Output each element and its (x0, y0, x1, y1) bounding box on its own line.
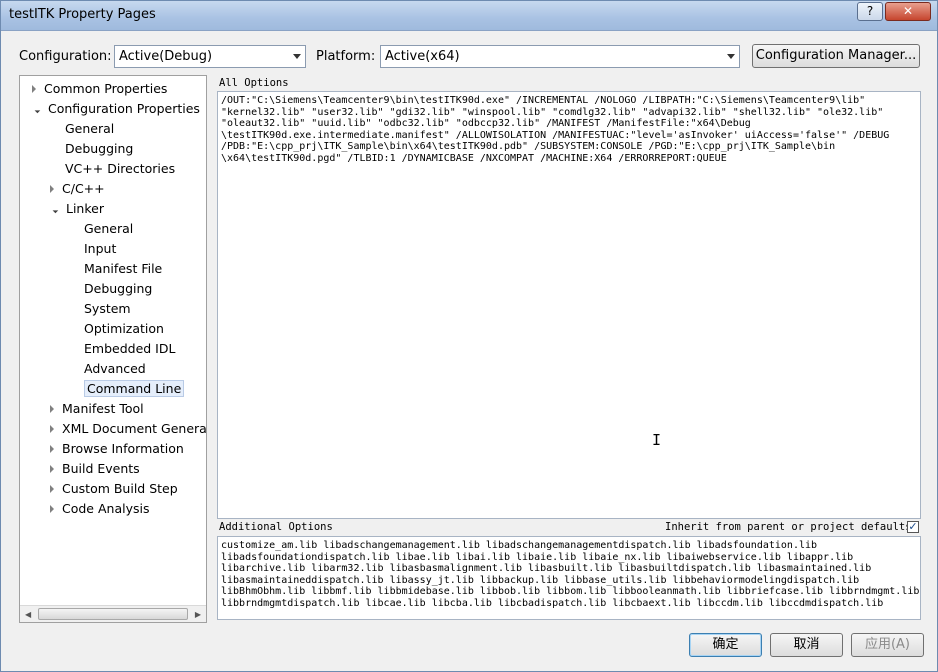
text-cursor-icon: I (652, 431, 662, 449)
tree-item[interactable]: Advanced (84, 360, 146, 378)
all-options-textarea[interactable]: /OUT:"C:\Siemens\Teamcenter9\bin\testITK… (217, 91, 921, 519)
tree-item-label: Advanced (84, 361, 146, 376)
collapsed-triangle-icon[interactable] (50, 405, 54, 413)
configuration-dropdown[interactable]: Active(Debug) (114, 45, 306, 68)
ok-button[interactable]: 确定 (689, 633, 762, 657)
collapsed-triangle-icon[interactable] (50, 505, 54, 513)
tree-item-label: Linker (66, 201, 104, 216)
collapsed-triangle-icon[interactable] (50, 425, 54, 433)
scrollbar-thumb[interactable] (38, 608, 188, 620)
tree-item-label: Manifest Tool (62, 401, 144, 416)
tree-item[interactable]: General (84, 220, 133, 238)
tree-item[interactable]: Common Properties (32, 80, 167, 98)
tree-item-label: C/C++ (62, 181, 105, 196)
scroll-right-icon[interactable]: ▶ (195, 610, 201, 619)
configuration-manager-button[interactable]: Configuration Manager... (752, 44, 920, 68)
tree-item-label: Debugging (65, 141, 134, 156)
collapsed-triangle-icon[interactable] (32, 85, 36, 93)
tree-item[interactable]: Manifest File (84, 260, 162, 278)
collapsed-triangle-icon[interactable] (50, 465, 54, 473)
tree-item[interactable]: C/C++ (50, 180, 105, 198)
horizontal-scrollbar[interactable]: ◀ ▶ (20, 605, 206, 622)
title-bar[interactable]: testITK Property Pages ? ✕ (1, 1, 937, 31)
tree-item-label: Optimization (84, 321, 164, 336)
tree-item[interactable]: Build Events (50, 460, 140, 478)
tree-item-label: VC++ Directories (65, 161, 176, 176)
inherit-checkbox[interactable]: ✓ (907, 521, 919, 533)
tree-item-label: Configuration Properties (48, 101, 200, 116)
chevron-down-icon (293, 54, 301, 59)
additional-options-textarea[interactable]: customize_am.lib libadschangemanagement.… (217, 536, 921, 620)
tree-item-label: Build Events (62, 461, 140, 476)
tree-item[interactable]: XML Document Generat (50, 420, 207, 438)
expanded-triangle-icon[interactable] (31, 104, 41, 114)
tree-item[interactable]: Command Line (84, 380, 185, 398)
chevron-down-icon (727, 54, 735, 59)
tree-item[interactable]: Manifest Tool (50, 400, 144, 418)
tree-item[interactable]: Debugging (84, 280, 152, 298)
expanded-triangle-icon[interactable] (49, 204, 59, 214)
tree-item-label: Debugging (84, 281, 153, 296)
tree-item[interactable]: General (65, 120, 114, 138)
tree-item-label: Embedded IDL (84, 341, 176, 356)
tree-item[interactable]: Browse Information (50, 440, 184, 458)
tree-item-label: XML Document Generat (62, 421, 207, 436)
collapsed-triangle-icon[interactable] (50, 185, 54, 193)
collapsed-triangle-icon[interactable] (50, 485, 54, 493)
tree-item-label: Common Properties (44, 81, 168, 96)
tree-item[interactable]: System (84, 300, 131, 318)
inherit-label: Inherit from parent or project defaults (665, 521, 912, 533)
window-title: testITK Property Pages (9, 7, 156, 22)
tree-item-label: Custom Build Step (62, 481, 178, 496)
all-options-label: All Options (219, 77, 289, 89)
tree-item-label: Manifest File (84, 261, 163, 276)
platform-dropdown[interactable]: Active(x64) (380, 45, 740, 68)
configuration-label: Configuration: (19, 49, 112, 64)
tree-item-label: System (84, 301, 131, 316)
tree-item-label: Input (84, 241, 117, 256)
tree-item-label: Code Analysis (62, 501, 150, 516)
tree-item[interactable]: Configuration Properties (31, 100, 200, 118)
tree-item[interactable]: Input (84, 240, 116, 258)
platform-value: Active(x64) (385, 49, 460, 64)
scroll-left-icon[interactable]: ◀ (25, 610, 31, 619)
collapsed-triangle-icon[interactable] (50, 445, 54, 453)
cancel-button[interactable]: 取消 (770, 633, 843, 657)
help-button[interactable]: ? (857, 2, 883, 21)
tree-item[interactable]: VC++ Directories (65, 160, 175, 178)
additional-options-label: Additional Options (219, 521, 333, 533)
tree-item[interactable]: Debugging (65, 140, 133, 158)
apply-button[interactable]: 应用(A) (851, 633, 924, 657)
tree-item[interactable]: Embedded IDL (84, 340, 175, 358)
tree-item[interactable]: Optimization (84, 320, 164, 338)
platform-label: Platform: (316, 49, 376, 64)
tree-item-label: Command Line (84, 380, 185, 397)
property-tree[interactable]: Common Properties Configuration Propertie… (19, 75, 207, 623)
close-button[interactable]: ✕ (885, 2, 931, 21)
tree-item-label: General (65, 121, 115, 136)
tree-item[interactable]: Custom Build Step (50, 480, 178, 498)
tree-item-label: General (84, 221, 134, 236)
property-pages-dialog: testITK Property Pages ? ✕ Configuration… (0, 0, 938, 672)
configuration-value: Active(Debug) (119, 49, 213, 64)
tree-item[interactable]: Linker (49, 200, 104, 218)
tree-item-label: Browse Information (62, 441, 184, 456)
tree-item[interactable]: Code Analysis (50, 500, 149, 518)
